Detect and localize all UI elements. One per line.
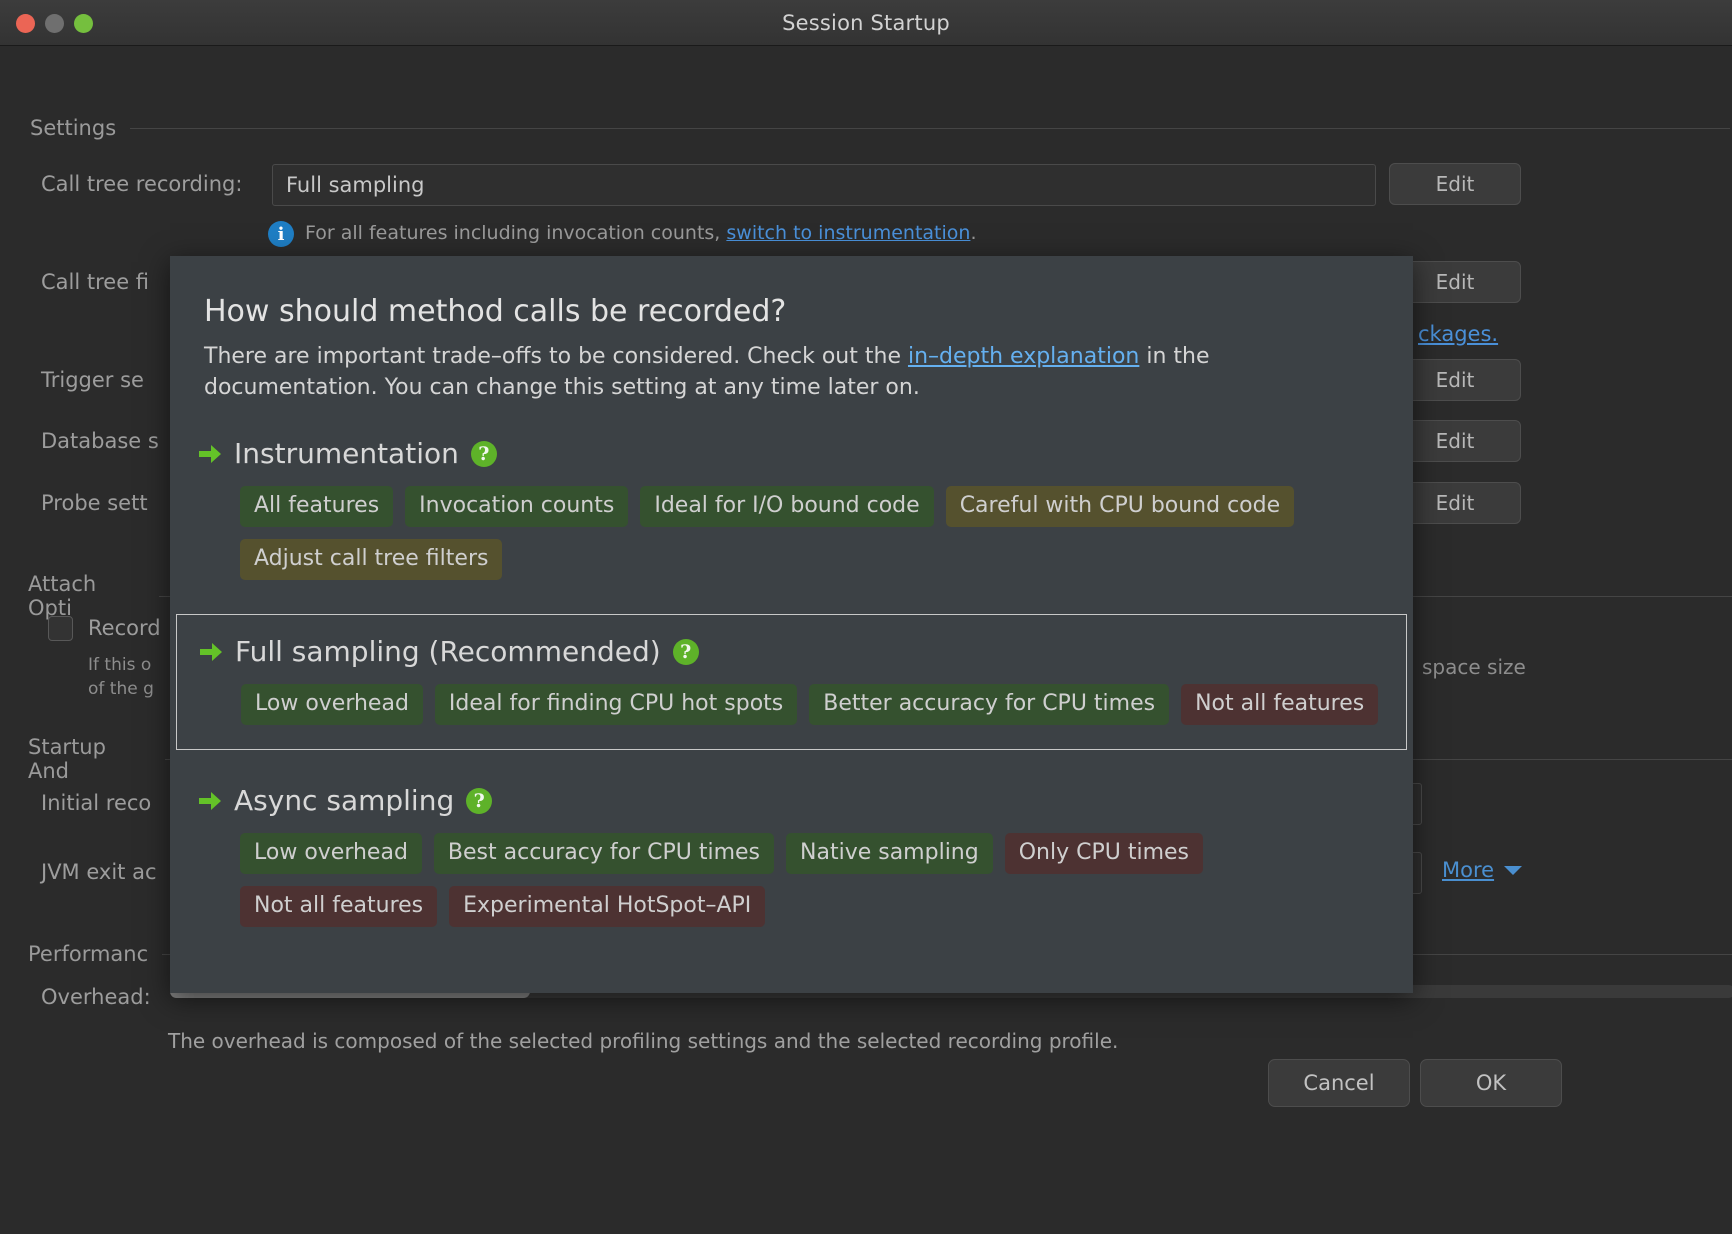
zoom-button[interactable] (74, 14, 93, 33)
overhead-label: Overhead: (41, 985, 151, 1009)
option-async-sampling-label: Async sampling (234, 784, 454, 817)
instrumentation-hint: For all features including invocation co… (305, 222, 976, 244)
window-titlebar: Session Startup (0, 0, 1732, 46)
popup-title: How should method calls be recorded? (204, 294, 1413, 329)
dialog-content: Settings Call tree recording: Full sampl… (0, 46, 1732, 1234)
option-instrumentation-label: Instrumentation (234, 437, 459, 470)
instrumentation-hint-period: . (970, 222, 976, 244)
option-async-sampling-chips: Low overhead Best accuracy for CPU times… (240, 833, 1390, 927)
help-icon[interactable]: ? (466, 788, 492, 814)
packages-link[interactable]: ckages. (1418, 322, 1498, 346)
help-icon[interactable]: ? (471, 441, 497, 467)
record-note-line-1: If this o (88, 655, 151, 675)
overhead-footer-note: The overhead is composed of the selected… (168, 1029, 1118, 1053)
close-button[interactable] (16, 14, 35, 33)
call-tree-recording-edit-button[interactable]: Edit (1389, 163, 1521, 205)
settings-header-label: Settings (30, 116, 116, 140)
cancel-button[interactable]: Cancel (1268, 1059, 1410, 1107)
chip: Low overhead (241, 684, 423, 725)
record-checkbox[interactable] (48, 616, 73, 641)
ok-button[interactable]: OK (1420, 1059, 1562, 1107)
popup-description-part-1: There are important trade–offs to be con… (204, 344, 908, 369)
record-note-line-2: of the g (88, 679, 154, 699)
option-full-sampling[interactable]: Full sampling (Recommended) ? Low overhe… (176, 614, 1407, 750)
arrow-right-icon (198, 444, 222, 464)
in-depth-explanation-link[interactable]: in–depth explanation (908, 344, 1139, 369)
session-startup-window: Session Startup Settings Call tree recor… (0, 0, 1732, 1234)
heap-space-size-note: space size (1422, 655, 1526, 679)
startup-header-label: Startup And (28, 735, 151, 783)
settings-section-header: Settings (30, 116, 1730, 140)
arrow-right-icon (199, 642, 223, 662)
chip: Not all features (1181, 684, 1378, 725)
info-icon: i (268, 221, 294, 247)
recording-method-popup: How should method calls be recorded? The… (170, 256, 1413, 993)
chip: Not all features (240, 886, 437, 927)
option-full-sampling-label: Full sampling (Recommended) (235, 635, 661, 668)
chip: Best accuracy for CPU times (434, 833, 774, 874)
initial-recording-label: Initial reco (41, 791, 151, 815)
chip: Adjust call tree filters (240, 539, 502, 580)
instrumentation-hint-text: For all features including invocation co… (305, 222, 720, 244)
chip: All features (240, 486, 393, 527)
chip: Only CPU times (1005, 833, 1203, 874)
switch-to-instrumentation-link[interactable]: switch to instrumentation (726, 222, 970, 244)
chip: Better accuracy for CPU times (809, 684, 1169, 725)
option-async-sampling[interactable]: Async sampling ? Low overhead Best accur… (170, 784, 1413, 927)
option-full-sampling-chips: Low overhead Ideal for finding CPU hot s… (241, 684, 1390, 725)
chip: Ideal for I/O bound code (640, 486, 933, 527)
chip: Ideal for finding CPU hot spots (435, 684, 797, 725)
chip: Invocation counts (405, 486, 628, 527)
call-tree-recording-label: Call tree recording: (41, 172, 242, 196)
chevron-down-icon (1504, 866, 1522, 875)
chip: Careful with CPU bound code (946, 486, 1294, 527)
option-instrumentation-title[interactable]: Instrumentation ? (198, 437, 1413, 470)
database-settings-label: Database s (41, 429, 159, 453)
chip: Experimental HotSpot–API (449, 886, 765, 927)
call-tree-filters-label: Call tree fi (41, 270, 149, 294)
window-title: Session Startup (0, 11, 1732, 35)
window-controls (16, 0, 93, 46)
record-checkbox-label: Record (88, 616, 161, 640)
option-instrumentation-chips: All features Invocation counts Ideal for… (240, 486, 1390, 580)
settings-header-rule (130, 128, 1730, 129)
more-link[interactable]: More (1442, 858, 1522, 882)
option-instrumentation[interactable]: Instrumentation ? All features Invocatio… (170, 437, 1413, 580)
trigger-settings-label: Trigger se (41, 368, 144, 392)
more-link-label: More (1442, 858, 1494, 882)
call-tree-recording-field[interactable]: Full sampling (272, 164, 1376, 206)
arrow-right-icon (198, 791, 222, 811)
performance-header-label: Performanc (28, 942, 148, 966)
attach-options-header-label: Attach Opti (28, 572, 145, 620)
help-icon[interactable]: ? (673, 639, 699, 665)
jvm-exit-action-label: JVM exit ac (41, 860, 157, 884)
option-full-sampling-title[interactable]: Full sampling (Recommended) ? (199, 635, 1390, 668)
probe-settings-label: Probe sett (41, 491, 148, 515)
popup-description: There are important trade–offs to be con… (204, 341, 1354, 403)
option-async-sampling-title[interactable]: Async sampling ? (198, 784, 1413, 817)
minimize-button[interactable] (45, 14, 64, 33)
chip: Low overhead (240, 833, 422, 874)
chip: Native sampling (786, 833, 993, 874)
